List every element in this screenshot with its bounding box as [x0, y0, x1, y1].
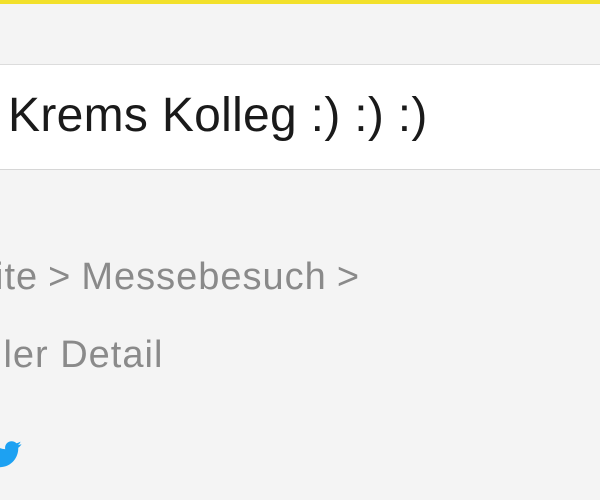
top-accent-bar: [0, 0, 600, 4]
breadcrumb-item-current: ller Detail: [0, 334, 164, 376]
breadcrumb-separator: >: [48, 256, 72, 298]
breadcrumb: ite >Messebesuch> ller Detail: [0, 238, 600, 394]
breadcrumb-item-home[interactable]: ite: [0, 256, 38, 298]
page-title: Krems Kolleg :) :) :): [8, 89, 428, 142]
page-header: Krems Kolleg :) :) :): [0, 64, 600, 170]
twitter-icon[interactable]: [0, 434, 22, 474]
breadcrumb-item-messebesuch[interactable]: Messebesuch: [81, 256, 326, 298]
breadcrumb-separator: >: [336, 256, 361, 298]
